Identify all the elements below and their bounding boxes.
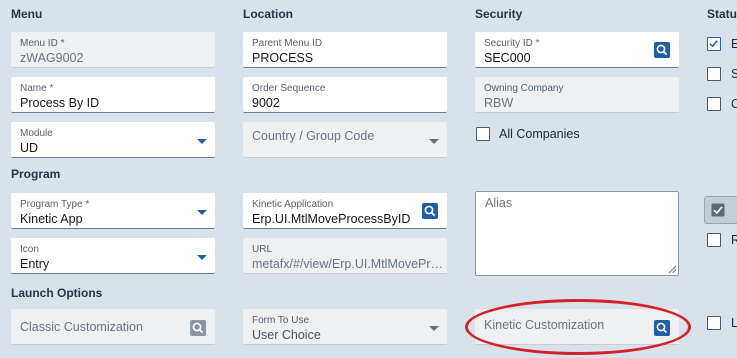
program-type-select[interactable]: Program Type * Kinetic App: [11, 193, 215, 229]
form-to-use-value: User Choice: [252, 328, 321, 342]
url-field[interactable]: URL metafx/#/view/Erp.UI.MtlMoveProc...: [243, 238, 447, 274]
status-label-3: O: [731, 97, 737, 111]
menu-id-value: zWAG9002: [20, 51, 84, 65]
search-icon[interactable]: [190, 320, 206, 336]
program-type-value: Kinetic App: [20, 212, 83, 226]
section-menu: Menu: [11, 7, 43, 21]
status-checkbox-2[interactable]: [707, 67, 721, 81]
status-checkbox-4[interactable]: [707, 233, 721, 247]
security-id-value: SEC000: [484, 51, 531, 65]
status-checkbox-3[interactable]: [707, 97, 721, 111]
form-to-use-select[interactable]: Form To Use User Choice: [243, 309, 447, 345]
section-location: Location: [243, 7, 293, 21]
search-icon[interactable]: [654, 42, 670, 58]
name-field[interactable]: Name * Process By ID: [11, 77, 215, 113]
toggle-button[interactable]: [704, 196, 737, 224]
name-label: Name *: [20, 83, 54, 94]
status-checkbox-1[interactable]: [707, 37, 721, 51]
kinetic-application-label: Kinetic Application: [252, 199, 334, 210]
section-program: Program: [11, 167, 61, 181]
parent-menu-id-value: PROCESS: [252, 51, 314, 65]
section-security: Security: [475, 7, 523, 21]
icon-select[interactable]: Icon Entry: [11, 238, 215, 274]
icon-label: Icon: [20, 244, 39, 255]
classic-customization-placeholder: Classic Customization: [20, 320, 143, 334]
chevron-down-icon[interactable]: [197, 255, 207, 260]
chevron-down-icon[interactable]: [429, 326, 439, 331]
section-status: Status: [707, 7, 737, 21]
status-label-2: S: [731, 67, 737, 81]
chevron-down-icon[interactable]: [197, 210, 207, 215]
program-type-label: Program Type *: [20, 199, 90, 210]
module-value: UD: [20, 141, 39, 155]
kinetic-application-field[interactable]: Kinetic Application Erp.UI.MtlMoveProces…: [243, 193, 447, 229]
classic-customization-field[interactable]: Classic Customization: [11, 309, 215, 345]
checked-box-icon: [711, 203, 725, 217]
order-sequence-value: 9002: [252, 96, 280, 110]
order-sequence-field[interactable]: Order Sequence 9002: [243, 77, 447, 113]
alias-textarea[interactable]: Alias: [475, 191, 679, 276]
menu-id-label: Menu ID *: [20, 38, 65, 49]
highlight-ellipse: [465, 299, 691, 355]
all-companies-checkbox[interactable]: [476, 127, 490, 141]
name-value: Process By ID: [20, 96, 100, 110]
form-to-use-label: Form To Use: [252, 315, 310, 326]
status-label-1: E: [731, 37, 737, 51]
security-id-field[interactable]: Security ID * SEC000: [475, 32, 679, 68]
module-select[interactable]: Module UD: [11, 122, 215, 158]
icon-value: Entry: [20, 257, 50, 271]
parent-menu-id-field[interactable]: Parent Menu ID PROCESS: [243, 32, 447, 68]
security-id-label: Security ID *: [484, 38, 540, 49]
chevron-down-icon[interactable]: [197, 139, 207, 144]
resize-handle-icon[interactable]: [668, 265, 676, 273]
status-label-5: L: [731, 316, 737, 330]
url-value: metafx/#/view/Erp.UI.MtlMoveProc...: [252, 257, 444, 271]
owning-company-field[interactable]: Owning Company RBW: [475, 77, 679, 113]
owning-company-value: RBW: [484, 96, 514, 110]
country-group-code-placeholder: Country / Group Code: [252, 129, 375, 143]
status-label-4: R: [731, 233, 737, 247]
order-sequence-label: Order Sequence: [252, 83, 326, 94]
all-companies-label: All Companies: [499, 127, 580, 141]
status-checkbox-5[interactable]: [707, 316, 721, 330]
menu-id-field[interactable]: Menu ID * zWAG9002: [11, 32, 215, 68]
kinetic-application-value: Erp.UI.MtlMoveProcessByID: [252, 212, 411, 226]
owning-company-label: Owning Company: [484, 83, 564, 94]
country-group-code-select[interactable]: Country / Group Code: [243, 122, 447, 158]
section-launch-options: Launch Options: [11, 286, 103, 300]
module-label: Module: [20, 128, 53, 139]
search-icon[interactable]: [422, 203, 438, 219]
parent-menu-id-label: Parent Menu ID: [252, 38, 323, 49]
checkmark-icon: [709, 40, 718, 48]
url-label: URL: [252, 244, 273, 255]
chevron-down-icon[interactable]: [429, 139, 439, 144]
alias-placeholder: Alias: [485, 196, 513, 210]
